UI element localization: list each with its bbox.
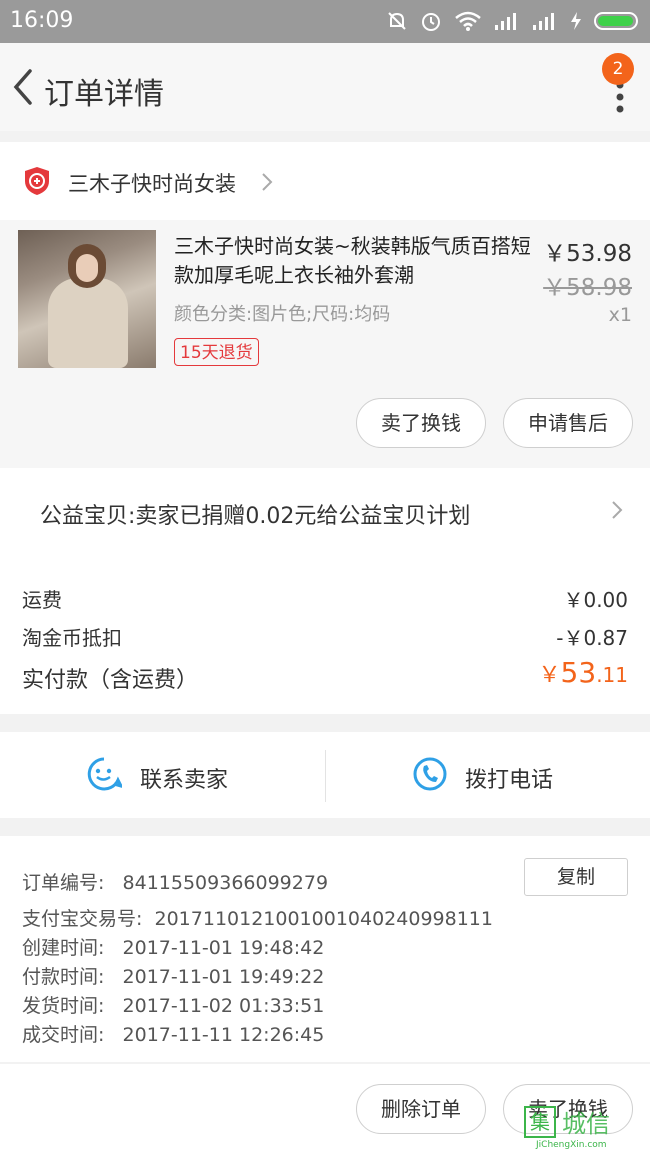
paid-total-label: 实付款（含运费） [22,668,199,693]
coin-discount-value: -￥0.87 [556,626,628,650]
order-info: 订单编号: 84115509366099279 复制 支付宝交易号: 20171… [0,836,650,1062]
order-info-label: 订单编号: [22,872,105,894]
chat-smile-icon [87,757,122,791]
charging-icon [571,12,581,30]
copy-button[interactable]: 复制 [524,858,628,896]
order-number-value: 84115509366099279 [122,872,329,894]
wifi-icon [455,11,481,31]
return-policy-tag: 15天退货 [174,338,259,366]
product-spec: 颜色分类:图片色;尺码:均码 [174,304,391,325]
watermark-mark: 集 [524,1106,556,1138]
order-info-label: 付款时间: [22,966,105,988]
shipping-value: ￥0.00 [563,588,628,612]
completed-time-row: 成交时间: 2017-11-11 12:26:45 [22,1020,324,1047]
order-info-label: 成交时间: [22,1024,105,1046]
fee-summary: 运费 ￥0.00 淘金币抵扣 -￥0.87 实付款（含运费） ￥53.11 [0,558,650,714]
signal-icon-2 [533,13,554,30]
paid-total-row: 实付款（含运费） ￥53.11 [22,656,628,694]
shipped-time-value: 2017-11-02 01:33:51 [122,995,325,1017]
phone-icon [413,757,447,791]
order-info-label: 支付宝交易号: [22,908,143,930]
order-number-row: 订单编号: 84115509366099279 [22,868,328,895]
battery-icon [594,12,638,30]
alarm-icon [422,13,440,31]
alipay-trade-value: 2017110121001001040240998111 [154,908,493,930]
chevron-right-icon [612,501,623,519]
paid-decimal: .11 [596,663,628,687]
paid-time-value: 2017-11-01 19:49:22 [122,966,325,988]
after-sale-button[interactable]: 申请售后 [503,398,633,448]
paid-time-row: 付款时间: 2017-11-01 19:49:22 [22,962,324,989]
product-original-price: ￥58.98 [543,275,632,301]
coin-discount-row: 淘金币抵扣 -￥0.87 [22,622,628,651]
notification-badge: 2 [602,53,634,85]
more-menu-icon[interactable] [616,79,624,119]
shop-badge-icon [25,167,49,195]
mute-icon [388,12,406,30]
watermark-text: 城信 [562,1110,610,1138]
delete-order-button[interactable]: 删除订单 [356,1084,486,1134]
created-time-row: 创建时间: 2017-11-01 19:48:42 [22,933,324,960]
contact-seller-button[interactable]: 联系卖家 [0,732,325,818]
paid-currency: ￥ [538,663,561,688]
alipay-trade-row: 支付宝交易号: 2017110121001001040240998111 [22,904,493,931]
charity-text: 公益宝贝:卖家已捐赠0.02元给公益宝贝计划 [40,504,471,529]
contact-seller-label: 联系卖家 [140,768,229,793]
coin-discount-label: 淘金币抵扣 [22,626,122,650]
paid-total-value: ￥53.11 [539,656,628,689]
order-info-label: 发货时间: [22,995,105,1017]
shop-row[interactable]: 三木子快时尚女装 [0,142,650,220]
signal-icon [495,13,516,30]
created-time-value: 2017-11-01 19:48:42 [122,937,325,959]
status-time: 16:09 [10,8,74,33]
shop-name: 三木子快时尚女装 [68,172,236,196]
shipping-row: 运费 ￥0.00 [22,584,628,613]
call-phone-button[interactable]: 拨打电话 [326,732,650,818]
back-arrow-icon[interactable] [8,67,38,107]
product-title: 三木子快时尚女装~秋装韩版气质百搭短款加厚毛呢上衣长袖外套潮 [174,234,531,287]
product-price: ￥53.98 [543,241,632,267]
page-title: 订单详情 [44,77,164,112]
product-card[interactable]: 三木子快时尚女装~秋装韩版气质百搭短款加厚毛呢上衣长袖外套潮 ￥53.98 ￥5… [0,220,650,468]
product-quantity: x1 [608,304,632,326]
paid-integer: 53 [560,656,597,689]
status-icons [386,8,638,34]
sell-for-cash-button[interactable]: 卖了换钱 [356,398,486,448]
shipping-label: 运费 [22,588,62,612]
status-bar: 16:09 [0,0,650,43]
product-thumbnail[interactable] [18,230,156,368]
watermark-url: JiChengXin.com [536,1140,607,1150]
order-info-label: 创建时间: [22,937,105,959]
watermark-logo: 集 城信 JiChengXin.com [524,1104,642,1150]
chevron-right-icon [262,173,273,191]
contact-bar: 联系卖家 拨打电话 [0,732,650,818]
completed-time-value: 2017-11-11 12:26:45 [122,1024,325,1046]
nav-bar: 订单详情 2 [0,43,650,131]
charity-row[interactable]: 公益宝贝:卖家已捐赠0.02元给公益宝贝计划 [0,468,650,558]
call-phone-label: 拨打电话 [465,768,554,793]
shipped-time-row: 发货时间: 2017-11-02 01:33:51 [22,991,324,1018]
